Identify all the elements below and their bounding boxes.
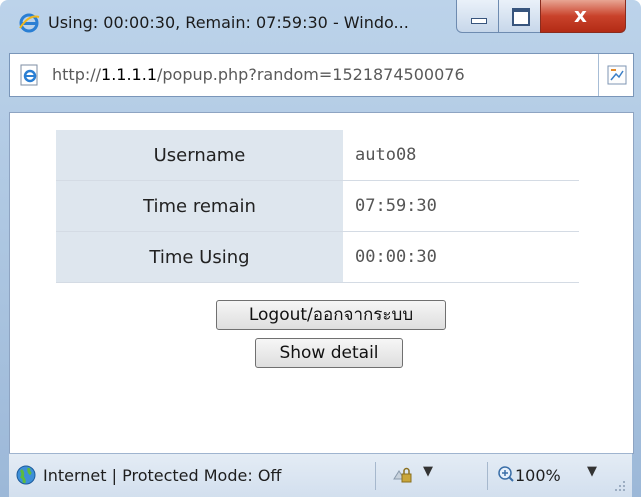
- table-row: Time Using 00:00:30: [56, 231, 579, 283]
- browser-popup-window: Using: 00:00:30, Remain: 07:59:30 - Wind…: [0, 0, 641, 497]
- close-button[interactable]: x: [540, 0, 626, 33]
- address-divider: [598, 54, 599, 96]
- logout-button[interactable]: Logout/ออกจากระบบ: [216, 300, 446, 330]
- title-bar[interactable]: Using: 00:00:30, Remain: 07:59:30 - Wind…: [0, 0, 641, 46]
- zoom-level[interactable]: 100%: [515, 466, 561, 485]
- rss-feed-icon[interactable]: [607, 65, 627, 85]
- show-detail-button[interactable]: Show detail: [255, 338, 403, 368]
- minimize-icon: [471, 18, 487, 24]
- security-zone-text[interactable]: Internet | Protected Mode: Off: [43, 466, 281, 485]
- time-remain-label: Time remain: [56, 180, 343, 232]
- chevron-down-icon[interactable]: ▼: [423, 464, 433, 479]
- close-icon: x: [574, 3, 587, 27]
- url-path: /popup.php?random=1521874500076: [157, 65, 465, 84]
- time-using-value: 00:00:30: [343, 231, 579, 283]
- resize-grip-icon[interactable]: [612, 478, 626, 492]
- address-bar[interactable]: http://1.1.1.1/popup.php?random=15218745…: [9, 53, 634, 97]
- minimize-button[interactable]: [456, 0, 500, 33]
- url-text[interactable]: http://1.1.1.1/popup.php?random=15218745…: [52, 65, 465, 84]
- url-prefix: http://: [52, 65, 102, 84]
- status-bar: Internet | Protected Mode: Off ▼ 100% ▼: [9, 453, 632, 497]
- ie-logo-icon: [19, 13, 40, 33]
- zoom-icon[interactable]: [497, 465, 515, 483]
- page-content: Username auto08 Time remain 07:59:30 Tim…: [9, 112, 634, 454]
- table-row: Time remain 07:59:30: [56, 180, 579, 232]
- globe-icon: [16, 465, 36, 485]
- username-value: auto08: [343, 130, 579, 181]
- maximize-icon: [512, 8, 530, 26]
- window-title: Using: 00:00:30, Remain: 07:59:30 - Wind…: [48, 13, 409, 32]
- time-using-label: Time Using: [56, 231, 343, 283]
- lock-icon[interactable]: [391, 465, 413, 485]
- chevron-down-icon[interactable]: ▼: [587, 464, 597, 479]
- session-info-table: Username auto08 Time remain 07:59:30 Tim…: [56, 130, 579, 283]
- status-divider: [487, 462, 488, 490]
- status-divider: [375, 462, 376, 490]
- url-host: 1.1.1.1: [101, 65, 157, 84]
- maximize-button[interactable]: [498, 0, 542, 33]
- ie-page-icon: [20, 64, 38, 86]
- time-remain-value: 07:59:30: [343, 180, 579, 232]
- username-label: Username: [56, 130, 343, 181]
- table-row: Username auto08: [56, 130, 579, 181]
